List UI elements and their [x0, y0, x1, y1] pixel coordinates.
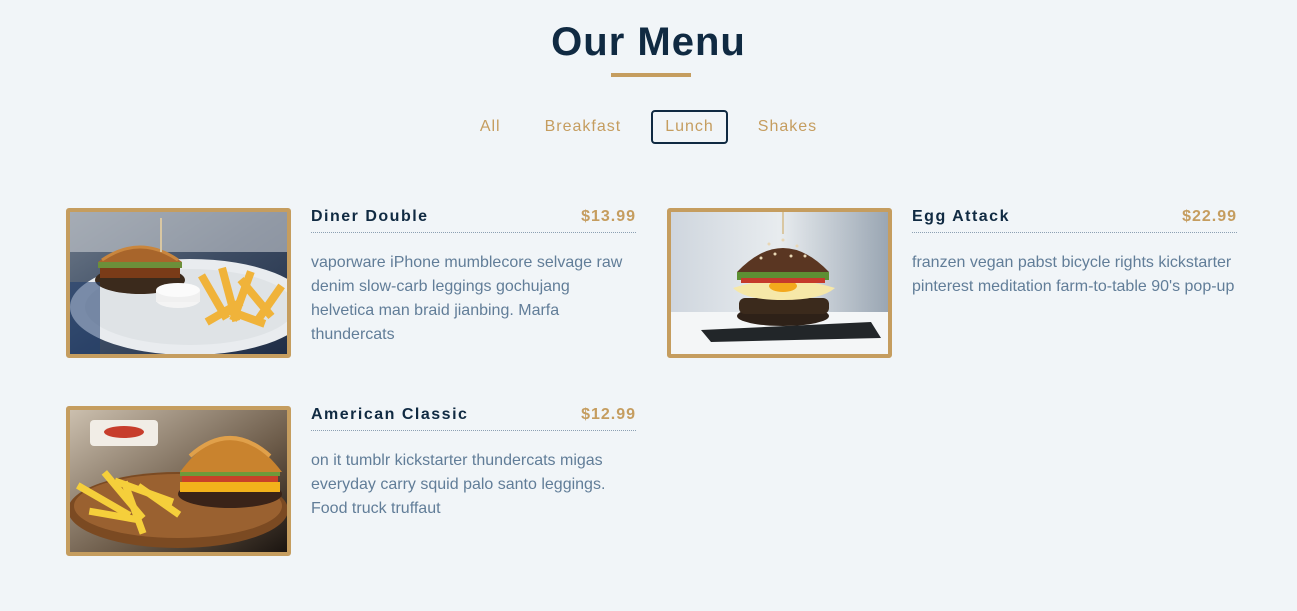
burger-fries-plate-image — [70, 212, 287, 354]
burger-fries-board-image — [70, 410, 287, 552]
item-header: Egg Attack $22.99 — [912, 208, 1237, 233]
item-name: Diner Double — [311, 208, 429, 225]
filter-all-button[interactable]: All — [466, 110, 515, 144]
item-price: $22.99 — [1182, 208, 1237, 225]
item-description: on it tumblr kickstarter thundercats mig… — [311, 452, 606, 517]
menu-item-american-classic: American Classic $12.99 on it tumblr kic… — [66, 406, 636, 556]
filter-bar: All Breakfast Lunch Shakes — [0, 110, 1297, 144]
page-title: Our Menu — [551, 20, 746, 64]
item-description: vaporware iPhone mumblecore selvage raw … — [311, 254, 623, 343]
item-price: $13.99 — [581, 208, 636, 225]
menu-section: Our Menu All Breakfast Lunch Shakes Dine… — [0, 0, 1297, 611]
american-classic-photo — [66, 406, 291, 556]
filter-lunch-button[interactable]: Lunch — [651, 110, 728, 144]
item-price: $12.99 — [581, 406, 636, 423]
item-name: American Classic — [311, 406, 469, 423]
american-classic-info: American Classic $12.99 on it tumblr kic… — [311, 406, 636, 537]
item-description: franzen vegan pabst bicycle rights kicks… — [912, 254, 1235, 295]
egg-burger-image — [671, 212, 888, 354]
item-header: American Classic $12.99 — [311, 406, 636, 431]
menu-item-egg-attack: Egg Attack $22.99 franzen vegan pabst bi… — [667, 208, 1237, 358]
egg-attack-info: Egg Attack $22.99 franzen vegan pabst bi… — [912, 208, 1237, 315]
menu-item-diner-double: Diner Double $13.99 vaporware iPhone mum… — [66, 208, 636, 358]
filter-breakfast-button[interactable]: Breakfast — [531, 110, 636, 144]
item-name: Egg Attack — [912, 208, 1010, 225]
filter-shakes-button[interactable]: Shakes — [744, 110, 831, 144]
egg-attack-photo — [667, 208, 892, 358]
item-header: Diner Double $13.99 — [311, 208, 636, 233]
diner-double-info: Diner Double $13.99 vaporware iPhone mum… — [311, 208, 636, 363]
diner-double-photo — [66, 208, 291, 358]
title-underline — [611, 73, 691, 77]
